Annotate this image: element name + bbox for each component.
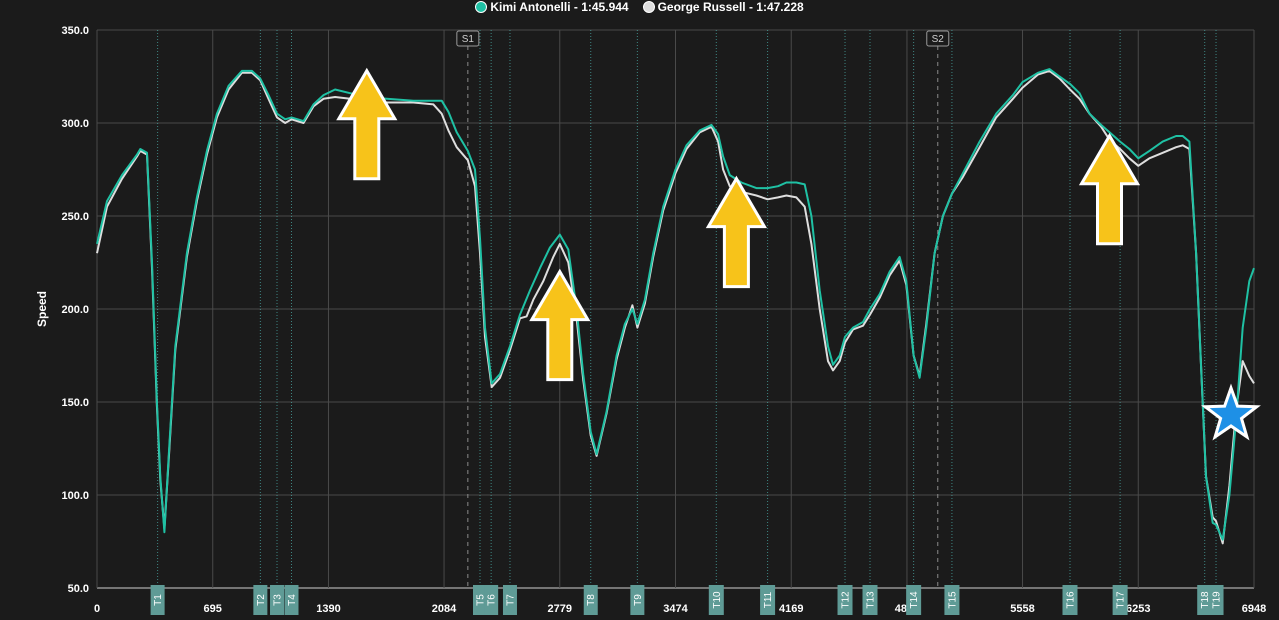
axes: 50.0 100.0 150.0 200.0 250.0 300.0 350.0 0 695 13… — [35, 25, 1266, 615]
x-tick-label: 5558 — [1010, 603, 1034, 615]
turn-label: T8 — [586, 594, 597, 606]
y-axis-label: Speed — [35, 291, 49, 327]
x-tick-label: 2084 — [432, 603, 457, 615]
y-tick-label: 200.0 — [61, 304, 89, 316]
x-tick-label: 1390 — [316, 603, 340, 615]
x-tick-label: 6253 — [1126, 603, 1150, 615]
x-tick-label: 0 — [94, 603, 100, 615]
turn-label: T14 — [909, 591, 920, 609]
x-tick-label: 4169 — [779, 603, 803, 615]
turn-label: T4 — [287, 594, 298, 606]
x-tick-label: 3474 — [663, 603, 688, 615]
turn-label: T16 — [1065, 591, 1076, 609]
turn-label: T2 — [256, 594, 267, 606]
y-tick-label: 100.0 — [61, 490, 89, 502]
x-tick-label: 6948 — [1242, 603, 1266, 615]
turn-label: T19 — [1212, 591, 1223, 609]
turn-label: T7 — [505, 594, 516, 606]
annotations — [336, 67, 1261, 441]
x-tick-label: 2779 — [548, 603, 572, 615]
turn-label: T10 — [712, 591, 723, 609]
y-tick-label: 150.0 — [61, 397, 89, 409]
y-tick-label: 300.0 — [61, 118, 89, 130]
sector-label: S2 — [932, 34, 945, 45]
turn-label: T13 — [865, 591, 876, 609]
turn-label: T9 — [633, 594, 644, 606]
turn-label: T1 — [153, 594, 164, 606]
highlight-arrow — [336, 67, 398, 181]
turn-label: T11 — [763, 591, 774, 608]
turn-label: T6 — [487, 594, 498, 606]
grid — [96, 29, 1255, 589]
y-tick-label: 350.0 — [61, 25, 89, 37]
turn-label: T15 — [947, 591, 958, 609]
turn-label: T17 — [1116, 591, 1127, 609]
turn-label: T12 — [841, 591, 852, 609]
highlight-star — [1201, 383, 1261, 441]
y-tick-label: 50.0 — [68, 583, 89, 595]
turn-label: T3 — [273, 594, 284, 606]
y-tick-label: 250.0 — [61, 211, 89, 223]
x-tick-label: 695 — [204, 603, 222, 615]
sector-label: S1 — [462, 34, 475, 45]
highlight-arrow — [1078, 132, 1141, 246]
speed-chart: S1 S2 50.0 100.0 150.0 200.0 250.0 300.0 350.0 0… — [35, 25, 1266, 615]
